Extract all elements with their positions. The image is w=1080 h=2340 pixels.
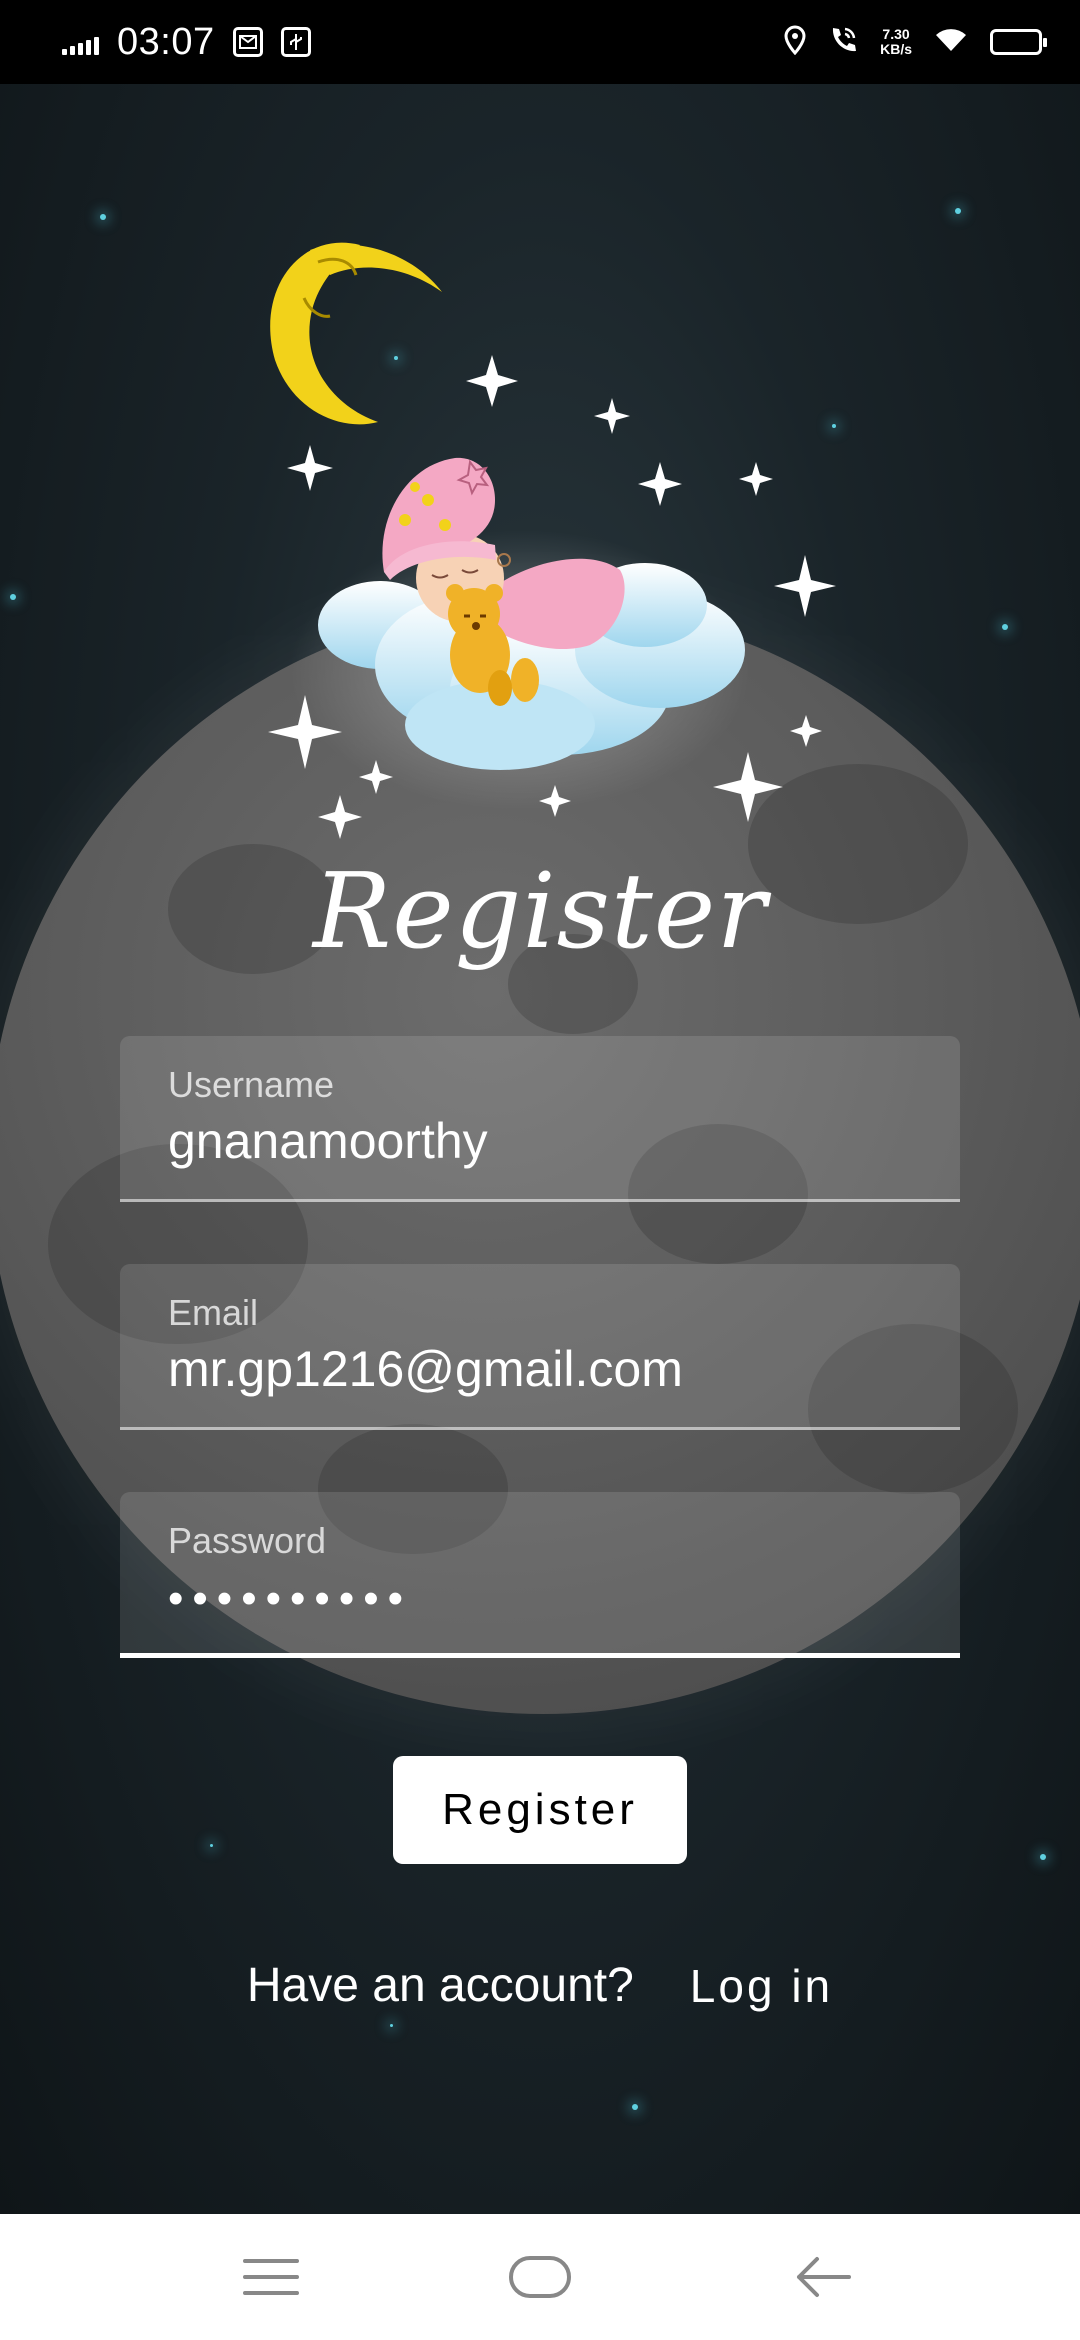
page-title: Register (312, 850, 768, 972)
register-screen: 03:07 7.30 KB/s 76 Register Username gna… (0, 0, 1080, 2340)
email-label: Email (168, 1292, 259, 1333)
password-input[interactable]: •••••••••• (168, 1574, 412, 1624)
email-input[interactable]: mr.gp1216@gmail.com (168, 1340, 683, 1398)
back-icon[interactable] (778, 2242, 868, 2312)
username-field[interactable]: Username gnanamoorthy (120, 1036, 960, 1202)
password-label: Password (168, 1520, 327, 1561)
username-label: Username (168, 1064, 335, 1105)
sleeping-baby-illustration (268, 242, 836, 839)
system-nav-bar (0, 2214, 1080, 2340)
crescent-moon-icon (270, 242, 442, 425)
battery-level: 76 (1006, 32, 1026, 51)
email-field[interactable]: Email mr.gp1216@gmail.com (120, 1264, 960, 1430)
menu-icon[interactable] (226, 2242, 316, 2312)
username-input[interactable]: gnanamoorthy (168, 1112, 488, 1170)
login-link[interactable]: Log in (690, 1959, 833, 2013)
account-prompt-text: Have an account? (246, 1959, 634, 2012)
register-button[interactable]: Register (393, 1756, 687, 1864)
home-icon[interactable] (495, 2242, 585, 2312)
password-field[interactable]: Password •••••••••• (120, 1492, 960, 1658)
login-prompt-row: Have an account? Log in (0, 1958, 1080, 2013)
